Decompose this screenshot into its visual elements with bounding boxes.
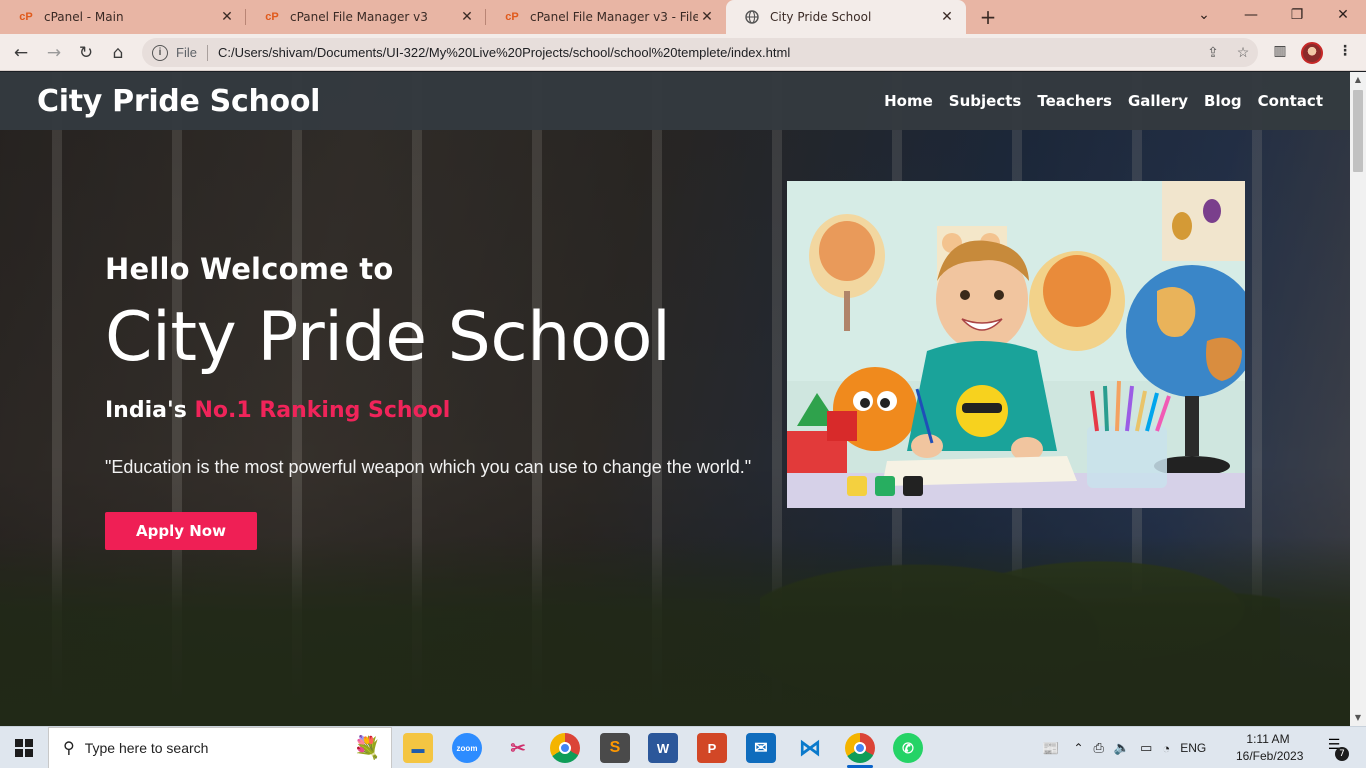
- scroll-up-arrow-icon[interactable]: ▲: [1350, 72, 1366, 88]
- hero-greeting: Hello Welcome to: [105, 252, 394, 286]
- tab-search-chevron-icon[interactable]: ⌄: [1181, 0, 1227, 34]
- close-window-button[interactable]: ✕: [1320, 0, 1366, 34]
- apply-now-button[interactable]: Apply Now: [105, 512, 257, 550]
- browser-toolbar: ← → ↻ ⌂ i File C:/Users/shivam/Documents…: [0, 34, 1366, 71]
- ranking-highlight: No.1 Ranking School: [194, 398, 451, 423]
- chrome-icon[interactable]: [550, 733, 580, 763]
- nav-blog[interactable]: Blog: [1204, 92, 1242, 110]
- whatsapp-icon[interactable]: ✆: [893, 733, 923, 763]
- globe-icon: [744, 9, 760, 25]
- tab-title: cPanel File Manager v3 - File Upl: [530, 10, 698, 24]
- hero-title: City Pride School: [105, 298, 671, 377]
- site-header: City Pride School Home Subjects Teachers…: [0, 72, 1350, 130]
- nav-teachers[interactable]: Teachers: [1037, 92, 1112, 110]
- profile-avatar[interactable]: [1301, 42, 1323, 64]
- nav-contact[interactable]: Contact: [1258, 92, 1323, 110]
- nav-subjects[interactable]: Subjects: [949, 92, 1022, 110]
- close-icon[interactable]: ✕: [698, 9, 716, 25]
- cpanel-icon: cP: [19, 11, 33, 23]
- forward-arrow-icon[interactable]: →: [41, 40, 67, 66]
- share-icon[interactable]: ⇪: [1198, 44, 1228, 61]
- nav-gallery[interactable]: Gallery: [1128, 92, 1188, 110]
- main-nav: Home Subjects Teachers Gallery Blog Cont…: [884, 92, 1323, 110]
- cpanel-icon: cP: [505, 11, 519, 23]
- notification-center-icon[interactable]: ☰ 7: [1322, 737, 1349, 761]
- meet-now-icon[interactable]: ⎙: [1094, 740, 1104, 756]
- restore-button[interactable]: ❐: [1274, 0, 1320, 34]
- new-tab-button[interactable]: +: [976, 5, 1000, 29]
- back-arrow-icon[interactable]: ←: [8, 40, 34, 66]
- ranking-prefix: India's: [105, 398, 195, 423]
- site-logo[interactable]: City Pride School: [37, 84, 320, 119]
- snipping-tool-icon[interactable]: ✂: [503, 733, 533, 763]
- search-icon: ⚲: [63, 740, 75, 757]
- search-placeholder: Type here to search: [84, 740, 209, 756]
- language-indicator[interactable]: ENG: [1180, 741, 1206, 755]
- close-icon[interactable]: ✕: [938, 9, 956, 25]
- hero-photo-child-drawing: [787, 181, 1245, 508]
- tab-title: cPanel - Main: [44, 10, 124, 24]
- info-icon[interactable]: i: [152, 44, 168, 61]
- tab-city-pride-school[interactable]: City Pride School ✕: [726, 0, 966, 34]
- system-tray: 📰 ⌃ ⎙ 🔈 ▭ ◔ ENG: [1042, 727, 1206, 768]
- nav-home[interactable]: Home: [884, 92, 933, 110]
- chrome-profile-icon[interactable]: [845, 733, 875, 768]
- clock-time: 1:11 AM: [1246, 732, 1290, 746]
- minimize-button[interactable]: —: [1228, 0, 1274, 34]
- cpanel-icon: cP: [265, 11, 279, 23]
- mail-icon[interactable]: ✉: [746, 733, 776, 763]
- sublime-text-icon[interactable]: S: [600, 733, 630, 763]
- tab-cpanel-main[interactable]: cP cPanel - Main ✕: [0, 0, 246, 34]
- url-scheme: File: [176, 45, 197, 60]
- close-icon[interactable]: ✕: [218, 9, 236, 25]
- file-explorer-icon[interactable]: ▬: [403, 733, 433, 763]
- divider: [206, 44, 208, 61]
- side-panel-icon[interactable]: ▥: [1270, 43, 1290, 63]
- powerpoint-icon[interactable]: P: [697, 733, 727, 763]
- news-widget-icon[interactable]: 📰: [1042, 740, 1059, 757]
- tab-title: cPanel File Manager v3: [290, 10, 428, 24]
- clock-date: 16/Feb/2023: [1236, 749, 1304, 763]
- taskbar-search-box[interactable]: ⚲ Type here to search 💐: [48, 727, 392, 768]
- word-icon[interactable]: W: [648, 733, 678, 763]
- hero-ranking: India's No.1 Ranking School: [105, 398, 755, 423]
- notification-count-badge: 7: [1335, 747, 1349, 761]
- scroll-down-arrow-icon[interactable]: ▼: [1350, 710, 1366, 726]
- windows-start-button[interactable]: [0, 727, 48, 768]
- home-icon[interactable]: ⌂: [105, 40, 131, 66]
- battery-icon[interactable]: ▭: [1140, 740, 1152, 756]
- close-icon[interactable]: ✕: [458, 9, 476, 25]
- vscode-icon[interactable]: ⋈: [795, 733, 825, 763]
- system-clock[interactable]: 1:11 AM 16/Feb/2023: [1236, 731, 1304, 765]
- url-text[interactable]: C:/Users/shivam/Documents/UI-322/My%20Li…: [218, 45, 1198, 60]
- reload-icon[interactable]: ↻: [73, 40, 99, 66]
- hero-content: Hello Welcome to City Pride School India…: [105, 252, 755, 550]
- menu-dots-icon[interactable]: ⋮: [1335, 43, 1355, 63]
- tab-cpanel-file-manager[interactable]: cP cPanel File Manager v3 ✕: [246, 0, 486, 34]
- web-page: City Pride School Home Subjects Teachers…: [0, 72, 1350, 726]
- chevron-up-icon[interactable]: ⌃: [1073, 741, 1083, 755]
- bookmark-star-icon[interactable]: ☆: [1228, 44, 1258, 61]
- browser-tab-strip: cP cPanel - Main ✕ cP cPanel File Manage…: [0, 0, 1366, 34]
- wifi-icon[interactable]: ◔: [1162, 741, 1170, 756]
- page-scrollbar[interactable]: ▲ ▼: [1350, 72, 1366, 726]
- volume-icon[interactable]: 🔈: [1114, 740, 1130, 756]
- hero-quote: "Education is the most powerful weapon w…: [105, 457, 752, 477]
- scrollbar-thumb[interactable]: [1353, 90, 1363, 172]
- tab-title: City Pride School: [770, 10, 872, 24]
- windows-logo-icon: [15, 739, 33, 757]
- zoom-icon[interactable]: zoom: [452, 733, 482, 763]
- windows-taskbar: ⚲ Type here to search 💐 ▬ zoom ✂ S W P ✉…: [0, 726, 1366, 768]
- tab-cpanel-file-upload[interactable]: cP cPanel File Manager v3 - File Upl ✕: [486, 0, 726, 34]
- flowers-search-highlight-icon: 💐: [353, 735, 381, 760]
- address-bar[interactable]: i File C:/Users/shivam/Documents/UI-322/…: [142, 38, 1258, 67]
